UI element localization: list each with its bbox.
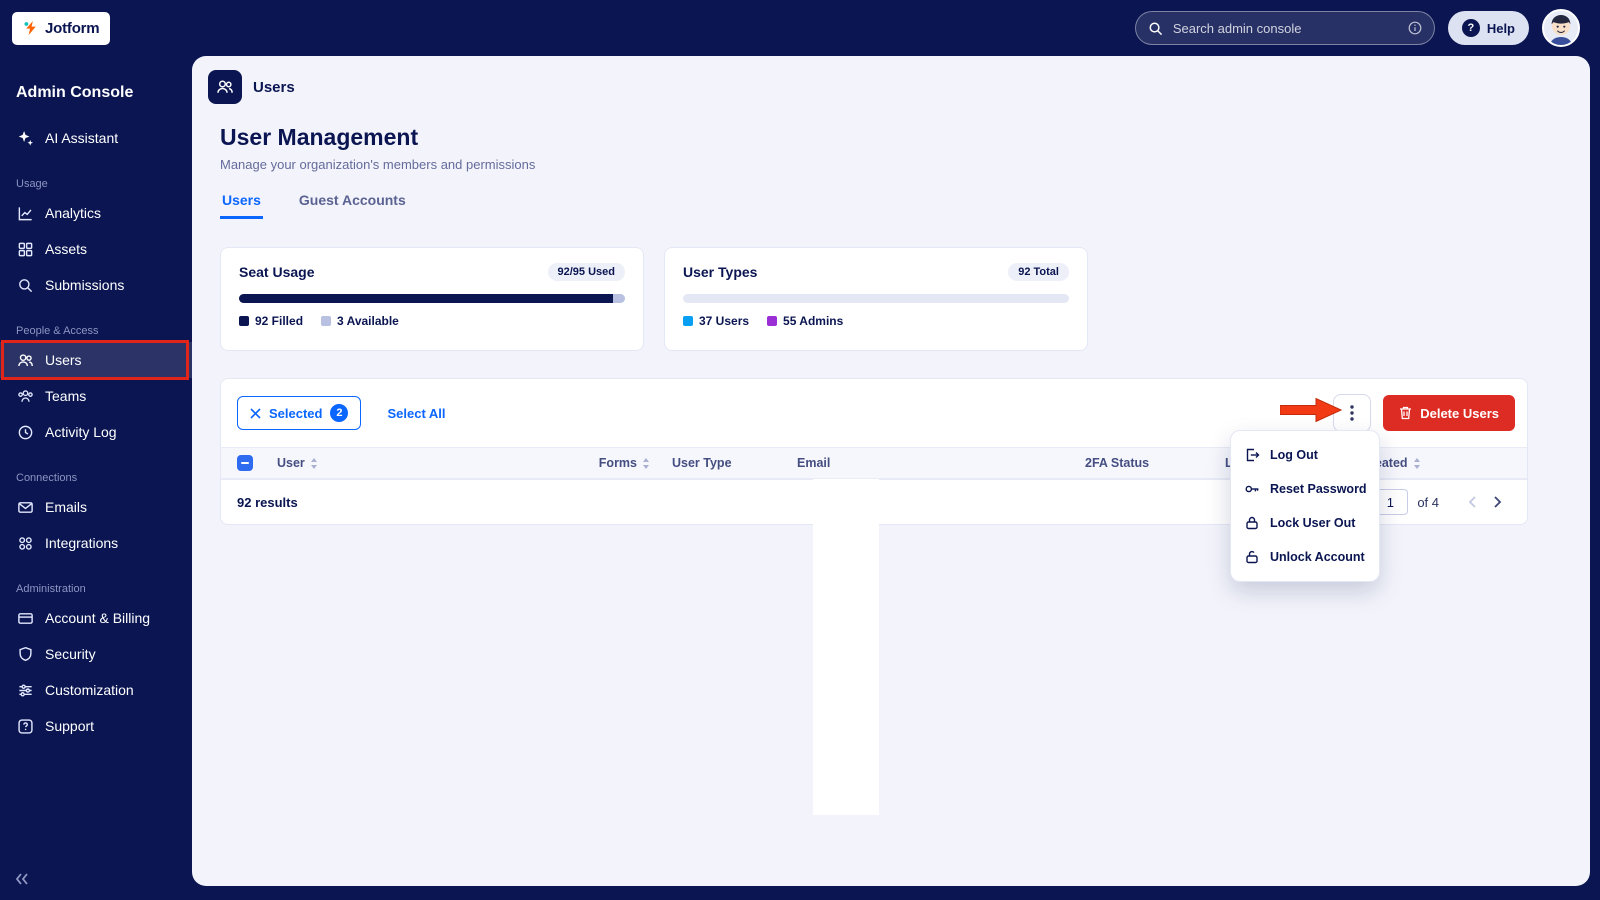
select-all-link[interactable]: Select All [387, 406, 445, 421]
row-actions-dropdown: Log Out Reset Password Lock User Out Unl… [1230, 430, 1380, 582]
sidebar-item-security[interactable]: Security [0, 636, 192, 672]
seat-usage-title: Seat Usage [239, 264, 315, 280]
collapse-sidebar-button[interactable] [14, 872, 30, 886]
jotform-logo[interactable]: Jotform [12, 11, 111, 45]
sidebar-section-connections: Connections [16, 472, 78, 484]
seat-usage-badge: 92/95 Used [547, 263, 625, 281]
email-redaction-overlay [813, 479, 879, 815]
users-page-icon [208, 70, 242, 104]
kebab-icon [1350, 405, 1354, 421]
sidebar-item-activity-log[interactable]: Activity Log [0, 414, 192, 450]
menu-item-reset-password[interactable]: Reset Password [1231, 472, 1379, 506]
reset-password-icon [1244, 481, 1260, 497]
legend-filled: 92 Filled [239, 314, 303, 328]
tab-guest-accounts[interactable]: Guest Accounts [297, 192, 408, 219]
info-icon [1408, 21, 1422, 35]
users-icon [16, 351, 34, 369]
user-types-bar [683, 294, 1069, 303]
menu-item-lock-user-out[interactable]: Lock User Out [1231, 506, 1379, 540]
search-icon [1148, 21, 1163, 36]
bulk-actions-menu-button[interactable] [1333, 394, 1372, 432]
sparkle-icon [16, 129, 34, 147]
header-forms[interactable]: Forms [554, 456, 664, 470]
submissions-search-icon [16, 276, 34, 294]
sidebar-title: Admin Console [16, 84, 134, 101]
billing-card-icon [16, 609, 34, 627]
breadcrumb-label: Users [253, 78, 295, 96]
user-types-title: User Types [683, 264, 758, 280]
sidebar-section-usage: Usage [16, 178, 48, 190]
question-icon: ? [1461, 19, 1480, 37]
results-count: 92 results [237, 494, 298, 510]
breadcrumb: Users [208, 70, 1590, 104]
menu-item-log-out[interactable]: Log Out [1231, 438, 1379, 472]
sidebar-section-administration: Administration [16, 583, 86, 595]
sort-icon [310, 457, 318, 469]
sidebar-item-assets[interactable]: Assets [0, 231, 192, 267]
assets-icon [16, 240, 34, 258]
topbar: Jotform ? Help [0, 0, 1600, 56]
analytics-icon [16, 204, 34, 222]
page-title: User Management [220, 124, 419, 150]
tab-users[interactable]: Users [220, 192, 263, 219]
sidebar-section-people: People & Access [16, 325, 99, 337]
sidebar-item-account-billing[interactable]: Account & Billing [0, 600, 192, 636]
header-2fa-status: 2FA Status [1085, 456, 1150, 470]
select-all-checkbox[interactable] [237, 455, 253, 471]
customization-icon [16, 681, 34, 699]
delete-users-button[interactable]: Delete Users [1383, 395, 1515, 431]
support-icon [16, 717, 34, 735]
sidebar-item-ai-assistant[interactable]: AI Assistant [0, 120, 192, 156]
clear-selection-button[interactable]: Selected 2 [237, 396, 362, 430]
sort-icon [1413, 457, 1421, 469]
main-panel: Users User Management Manage your organi… [192, 56, 1590, 886]
jotform-logo-icon [23, 20, 39, 36]
page-subtitle: Manage your organization's members and p… [220, 157, 536, 172]
search-bar[interactable] [1134, 11, 1435, 45]
previous-page-button[interactable] [1459, 489, 1485, 515]
legend-users: 37 Users [683, 314, 749, 328]
header-user[interactable]: User [269, 456, 554, 470]
logout-icon [1244, 447, 1260, 463]
tab-bar: Users Guest Accounts [220, 192, 1590, 219]
sidebar: Admin Console AI Assistant Usage Analyti… [0, 56, 192, 900]
integrations-icon [16, 534, 34, 552]
trash-icon [1399, 406, 1412, 420]
help-button[interactable]: ? Help [1447, 11, 1529, 45]
user-avatar[interactable] [1542, 9, 1580, 47]
page-of-label: of 4 [1417, 494, 1439, 510]
teams-icon [16, 387, 34, 405]
sidebar-item-emails[interactable]: Emails [0, 489, 192, 525]
user-types-card: User Types 92 Total 37 Users 55 Admins [664, 247, 1088, 351]
sidebar-item-customization[interactable]: Customization [0, 672, 192, 708]
search-input[interactable] [1170, 19, 1400, 37]
sidebar-item-integrations[interactable]: Integrations [0, 525, 192, 561]
help-label: Help [1486, 20, 1515, 36]
sort-icon [642, 457, 650, 469]
logo-text: Jotform [45, 19, 100, 37]
activity-log-icon [16, 423, 34, 441]
legend-admins: 55 Admins [767, 314, 843, 328]
next-page-button[interactable] [1485, 489, 1511, 515]
sidebar-item-support[interactable]: Support [0, 708, 192, 744]
legend-available: 3 Available [321, 314, 399, 328]
summary-cards: Seat Usage 92/95 Used 92 Filled 3 Availa… [220, 247, 1590, 351]
shield-icon [16, 645, 34, 663]
close-icon [250, 407, 261, 419]
sidebar-item-analytics[interactable]: Analytics [0, 195, 192, 231]
sidebar-item-users[interactable]: Users [0, 340, 192, 380]
seat-usage-bar [239, 294, 625, 303]
selected-count-badge: 2 [330, 404, 349, 422]
lock-icon [1244, 515, 1260, 531]
user-types-badge: 92 Total [1008, 263, 1069, 281]
header-user-type: User Type [672, 456, 732, 470]
unlock-icon [1244, 549, 1260, 565]
envelope-icon [16, 498, 34, 516]
sidebar-item-teams[interactable]: Teams [0, 378, 192, 414]
header-email: Email [797, 456, 831, 470]
sidebar-item-submissions[interactable]: Submissions [0, 267, 192, 303]
menu-item-unlock-account[interactable]: Unlock Account [1231, 540, 1379, 574]
seat-usage-card: Seat Usage 92/95 Used 92 Filled 3 Availa… [220, 247, 644, 351]
